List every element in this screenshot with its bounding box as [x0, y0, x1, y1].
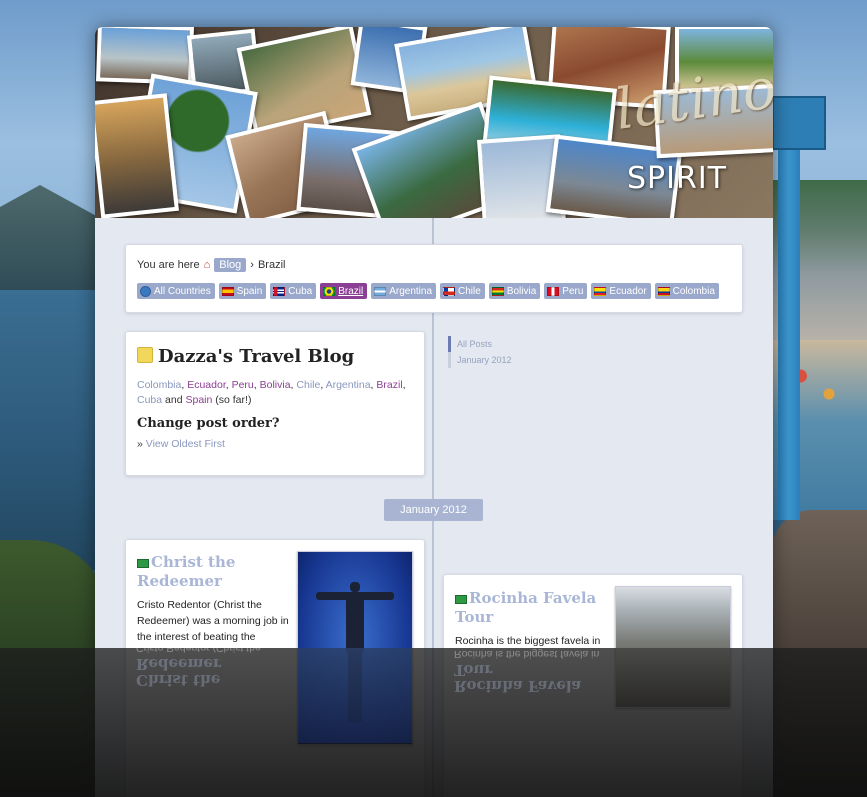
page-reflection-overlay: Christ the Redeemer Cristo Redentor (Chr…: [0, 648, 867, 797]
excerpt-line: Rocinha is the biggest favela in: [455, 635, 601, 647]
nav-all-posts[interactable]: All Posts: [448, 336, 568, 352]
post-title[interactable]: Rocinha Favela Tour: [455, 589, 605, 627]
reflected-line: Cristo Redentor (Christ the: [136, 648, 261, 654]
breadcrumb-blog-link[interactable]: Blog: [214, 258, 247, 272]
country-cuba[interactable]: Cuba: [270, 283, 317, 299]
blog-country-list: Colombia, Ecuador, Peru, Bolivia, Chile,…: [137, 379, 406, 406]
flag-colombia-icon: [657, 286, 670, 296]
flag-peru-icon: [547, 286, 560, 296]
country-label: Spain: [236, 285, 263, 297]
country-bolivia[interactable]: Bolivia: [488, 283, 541, 299]
logo-word: SPIRIT: [627, 161, 727, 196]
country-label: Chile: [458, 285, 481, 297]
view-oldest-first-link[interactable]: View Oldest First: [146, 438, 225, 450]
timeline-month-label: January 2012: [384, 499, 483, 521]
country-label: Peru: [562, 285, 584, 297]
country-label: Brazil: [338, 285, 364, 297]
blog-country-link[interactable]: Bolivia: [260, 379, 291, 391]
country-label: Argentina: [389, 285, 433, 297]
nav-january-2012[interactable]: January 2012: [448, 352, 568, 368]
flag-ecuador-icon: [594, 286, 607, 296]
country-label: Colombia: [672, 285, 715, 297]
post-excerpt: Cristo Redentor (Christ the Redeemer) wa…: [137, 597, 297, 645]
blog-title: Dazza's Travel Blog: [158, 346, 355, 367]
breadcrumb-current: Brazil: [257, 259, 286, 271]
background-sea: [0, 290, 100, 570]
excerpt-line: Cristo Redentor (Christ the: [137, 599, 262, 611]
reflection-post-2: Rocinha Favela Tour Rocinha is the bigge…: [454, 648, 604, 695]
blog-country-link[interactable]: Spain: [185, 394, 212, 406]
excerpt-line: Redeemer) was a morning job in: [137, 615, 289, 627]
so-far-text: (so far!): [215, 394, 252, 406]
header-banner: latino SPIRIT: [95, 27, 773, 218]
country-all[interactable]: All Countries: [137, 283, 215, 299]
reflected-line: Rocinha is the biggest favela in: [454, 648, 600, 660]
order-prefix: »: [137, 438, 143, 450]
reflection-post-1: Christ the Redeemer Cristo Redentor (Chr…: [136, 648, 296, 689]
blog-country-link[interactable]: Colombia: [137, 379, 181, 391]
banner-photo-sunset: [95, 93, 179, 218]
country-argentina[interactable]: Argentina: [371, 283, 437, 299]
country-chile[interactable]: Chile: [440, 283, 485, 299]
blog-country-link[interactable]: Ecuador: [187, 379, 226, 391]
country-ecuador[interactable]: Ecuador: [591, 283, 651, 299]
breadcrumb-card: You are here ⌂ Blog › Brazil All Countri…: [125, 244, 743, 313]
country-label: Cuba: [288, 285, 313, 297]
flag-spain-icon: [221, 286, 234, 296]
banner-photo-street: [96, 27, 194, 85]
breadcrumb-separator: ›: [250, 259, 254, 271]
country-filter: All Countries Spain Cuba Brazil Argentin…: [137, 283, 719, 299]
country-peru[interactable]: Peru: [544, 283, 588, 299]
flag-brazil-icon: [323, 286, 336, 296]
country-spain[interactable]: Spain: [218, 283, 267, 299]
breadcrumb: You are here ⌂ Blog › Brazil: [137, 258, 285, 272]
flag-cuba-icon: [273, 286, 286, 296]
flag-chile-icon: [443, 286, 456, 296]
country-colombia[interactable]: Colombia: [654, 283, 719, 299]
country-label: Bolivia: [506, 285, 537, 297]
background-tower-top: [772, 96, 826, 150]
blog-country-link[interactable]: Argentina: [326, 379, 371, 391]
reflection-thumb: [298, 648, 412, 743]
home-icon[interactable]: ⌂: [204, 259, 211, 271]
country-label: Ecuador: [609, 285, 647, 297]
archive-nav: All Posts January 2012: [448, 336, 568, 368]
blog-country-link[interactable]: Peru: [232, 379, 254, 391]
order-line: » View Oldest First: [137, 438, 225, 450]
background-hills: [0, 185, 100, 295]
excerpt-line: the interest of beating the: [137, 631, 256, 643]
and-word: and: [165, 394, 183, 406]
blog-intro-card: Dazza's Travel Blog Colombia, Ecuador, P…: [125, 331, 425, 476]
blog-country-link[interactable]: Brazil: [376, 379, 402, 391]
flag-argentina-icon: [374, 286, 387, 296]
post-title[interactable]: Christ the Redeemer: [137, 553, 287, 591]
blog-country-link[interactable]: Chile: [296, 379, 320, 391]
reflected-title: Rocinha Favela Tour: [454, 661, 582, 695]
reflected-title: Christ the Redeemer: [136, 655, 221, 689]
order-heading: Change post order?: [137, 416, 280, 431]
note-icon: [137, 347, 153, 363]
country-label: All Countries: [154, 285, 211, 297]
blog-country-link[interactable]: Cuba: [137, 394, 162, 406]
you-are-here-label: You are here: [137, 259, 200, 271]
country-brazil[interactable]: Brazil: [320, 283, 368, 299]
globe-icon: [140, 285, 151, 297]
flag-bolivia-icon: [491, 286, 504, 296]
post-excerpt: Rocinha is the biggest favela in: [455, 633, 605, 649]
background-lifeguard-tower: [778, 100, 800, 520]
reflection-thumb: [616, 648, 730, 708]
